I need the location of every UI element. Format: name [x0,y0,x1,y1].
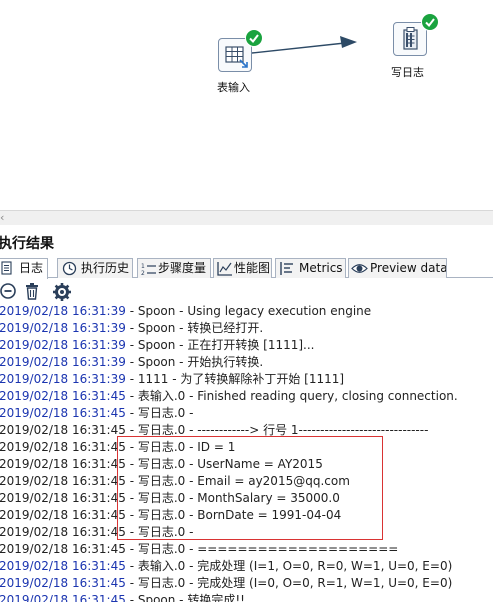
log-message: - 表输入.0 - 完成处理 (I=1, O=0, R=0, W=1, U=0,… [125,559,453,573]
log-icon [1,261,12,275]
log-message: - Spoon - Using legacy execution engine [125,304,372,318]
log-settings-button[interactable] [52,282,72,302]
log-timestamp: 2019/02/18 16:31:45 [0,389,126,403]
log-line: 2019/02/18 16:31:45 - 表输入.0 - 完成处理 (I=1,… [0,558,493,575]
log-message: - 1111 - 为了转换解除补丁开始 [1111] [125,372,345,386]
log-message: - 表输入.0 - Finished reading query, closin… [125,389,458,403]
log-line: 2019/02/18 16:31:45 - 写日志.0 - ==========… [0,541,493,558]
log-timestamp: 2019/02/18 16:31:45 [0,576,126,590]
tab-label: 执行历史 [81,261,130,275]
tab-performance-chart[interactable]: 性能图 [213,258,272,278]
log-line: 2019/02/18 16:31:45 - Spoon - 转换完成!! [0,592,493,602]
log-line: 2019/02/18 16:31:45 - 写日志.0 - MonthSalar… [0,490,493,507]
log-message: - 写日志.0 - [125,525,194,539]
check-icon [249,34,259,44]
step-label-write-log: 写日志 [391,66,424,79]
step-metrics-icon: 1 2 [141,263,156,276]
collapse-arrow-icon[interactable]: ‹ [0,212,4,224]
log-timestamp: 2019/02/18 16:31:39 [0,304,126,318]
tab-preview-data[interactable]: Preview data [348,258,447,278]
log-toolbar [0,282,493,302]
log-message: - 写日志.0 - 完成处理 (I=0, O=0, R=1, W=1, U=0,… [125,576,453,590]
check-icon [425,18,435,28]
log-line: 2019/02/18 16:31:45 - 写日志.0 - [0,524,493,541]
log-line: 2019/02/18 16:31:45 - 写日志.0 - UserName =… [0,456,493,473]
results-tabbar: 日志 执行历史 1 2 步骤度量 性能图 Metrics Preview dat… [0,258,493,279]
log-message: - 写日志.0 - ------------> 行号 1------------… [125,423,429,437]
history-icon [62,261,77,276]
log-message: - 写日志.0 - BornDate = 1991-04-04 [125,508,342,522]
step-success-badge [245,29,263,47]
log-timestamp: 2019/02/18 16:31:39 [0,321,126,335]
spoon-window: 表输入 写日志 ‹ 执行结果 日志 执行历史 1 2 步骤度量 性能图 Metr… [0,0,493,602]
results-panel-title: 执行结果 [0,236,54,252]
log-message: - Spoon - 开始执行转换. [125,355,264,369]
performance-chart-icon [217,262,232,276]
log-message: - Spoon - 转换已经打开. [125,321,264,335]
tab-label: 步骤度量 [158,261,207,275]
log-timestamp: 2019/02/18 16:31:45 [0,423,126,437]
log-timestamp: 2019/02/18 16:31:45 [0,508,126,522]
svg-text:1: 1 [141,263,145,270]
log-timestamp: 2019/02/18 16:31:45 [0,406,126,420]
log-line: 2019/02/18 16:31:39 - Spoon - 开始执行转换. [0,354,493,371]
log-timestamp: 2019/02/18 16:31:45 [0,474,126,488]
log-line: 2019/02/18 16:31:45 - 写日志.0 - BornDate =… [0,507,493,524]
log-line: 2019/02/18 16:31:45 - 写日志.0 - [0,405,493,422]
metrics-icon [280,262,293,275]
log-line: 2019/02/18 16:31:39 - Spoon - 正在打开转换 [11… [0,337,493,354]
step-success-badge [421,13,439,31]
log-message: - 写日志.0 - MonthSalary = 35000.0 [125,491,340,505]
preview-eye-icon [351,264,368,273]
log-timestamp: 2019/02/18 16:31:45 [0,525,126,539]
log-timestamp: 2019/02/18 16:31:45 [0,491,126,505]
log-message: - Spoon - 转换完成!! [125,593,245,602]
tab-step-metrics[interactable]: 1 2 步骤度量 [137,258,211,278]
log-output[interactable]: 2019/02/18 16:31:39 - Spoon - Using lega… [0,303,493,602]
transformation-canvas[interactable]: 表输入 写日志 [0,0,493,210]
log-message: - 写日志.0 - [125,406,194,420]
tab-execution-history[interactable]: 执行历史 [57,258,133,278]
log-timestamp: 2019/02/18 16:31:39 [0,355,126,369]
tab-label: 性能图 [234,261,271,275]
log-message: - 写日志.0 - UserName = AY2015 [125,457,323,471]
log-line: 2019/02/18 16:31:45 - 表输入.0 - Finished r… [0,388,493,405]
log-line: 2019/02/18 16:31:39 - Spoon - 转换已经打开. [0,320,493,337]
log-timestamp: 2019/02/18 16:31:45 [0,593,126,602]
tab-log[interactable]: 日志 [0,258,48,279]
log-message: - 写日志.0 - ==================== [125,542,399,556]
panel-splitter[interactable]: ‹ [0,210,493,225]
tab-label: Preview data [370,261,447,275]
svg-text:2: 2 [141,270,145,276]
log-timestamp: 2019/02/18 16:31:45 [0,457,126,471]
log-message: - Spoon - 正在打开转换 [1111]... [125,338,315,352]
log-message: - 写日志.0 - ID = 1 [125,440,236,454]
tab-label: 日志 [19,261,44,275]
log-timestamp: 2019/02/18 16:31:45 [0,542,126,556]
log-line: 2019/02/18 16:31:45 - 写日志.0 - Email = ay… [0,473,493,490]
log-line: 2019/02/18 16:31:39 - 1111 - 为了转换解除补丁开始 … [0,371,493,388]
log-line: 2019/02/18 16:31:45 - 写日志.0 - ID = 1 [0,439,493,456]
clear-log-button[interactable] [0,282,18,300]
log-line: 2019/02/18 16:31:39 - Spoon - Using lega… [0,303,493,320]
tab-metrics[interactable]: Metrics [275,258,346,278]
tab-label: Metrics [299,261,343,275]
step-label-table-input: 表输入 [217,81,250,94]
log-message: - 写日志.0 - Email = ay2015@qq.com [125,474,350,488]
log-line: 2019/02/18 16:31:45 - 写日志.0 - ----------… [0,422,493,439]
log-timestamp: 2019/02/18 16:31:45 [0,559,126,573]
log-timestamp: 2019/02/18 16:31:45 [0,440,126,454]
log-line: 2019/02/18 16:31:45 - 写日志.0 - 完成处理 (I=0,… [0,575,493,592]
log-timestamp: 2019/02/18 16:31:39 [0,338,126,352]
delete-log-button[interactable] [23,282,41,300]
log-timestamp: 2019/02/18 16:31:39 [0,372,126,386]
